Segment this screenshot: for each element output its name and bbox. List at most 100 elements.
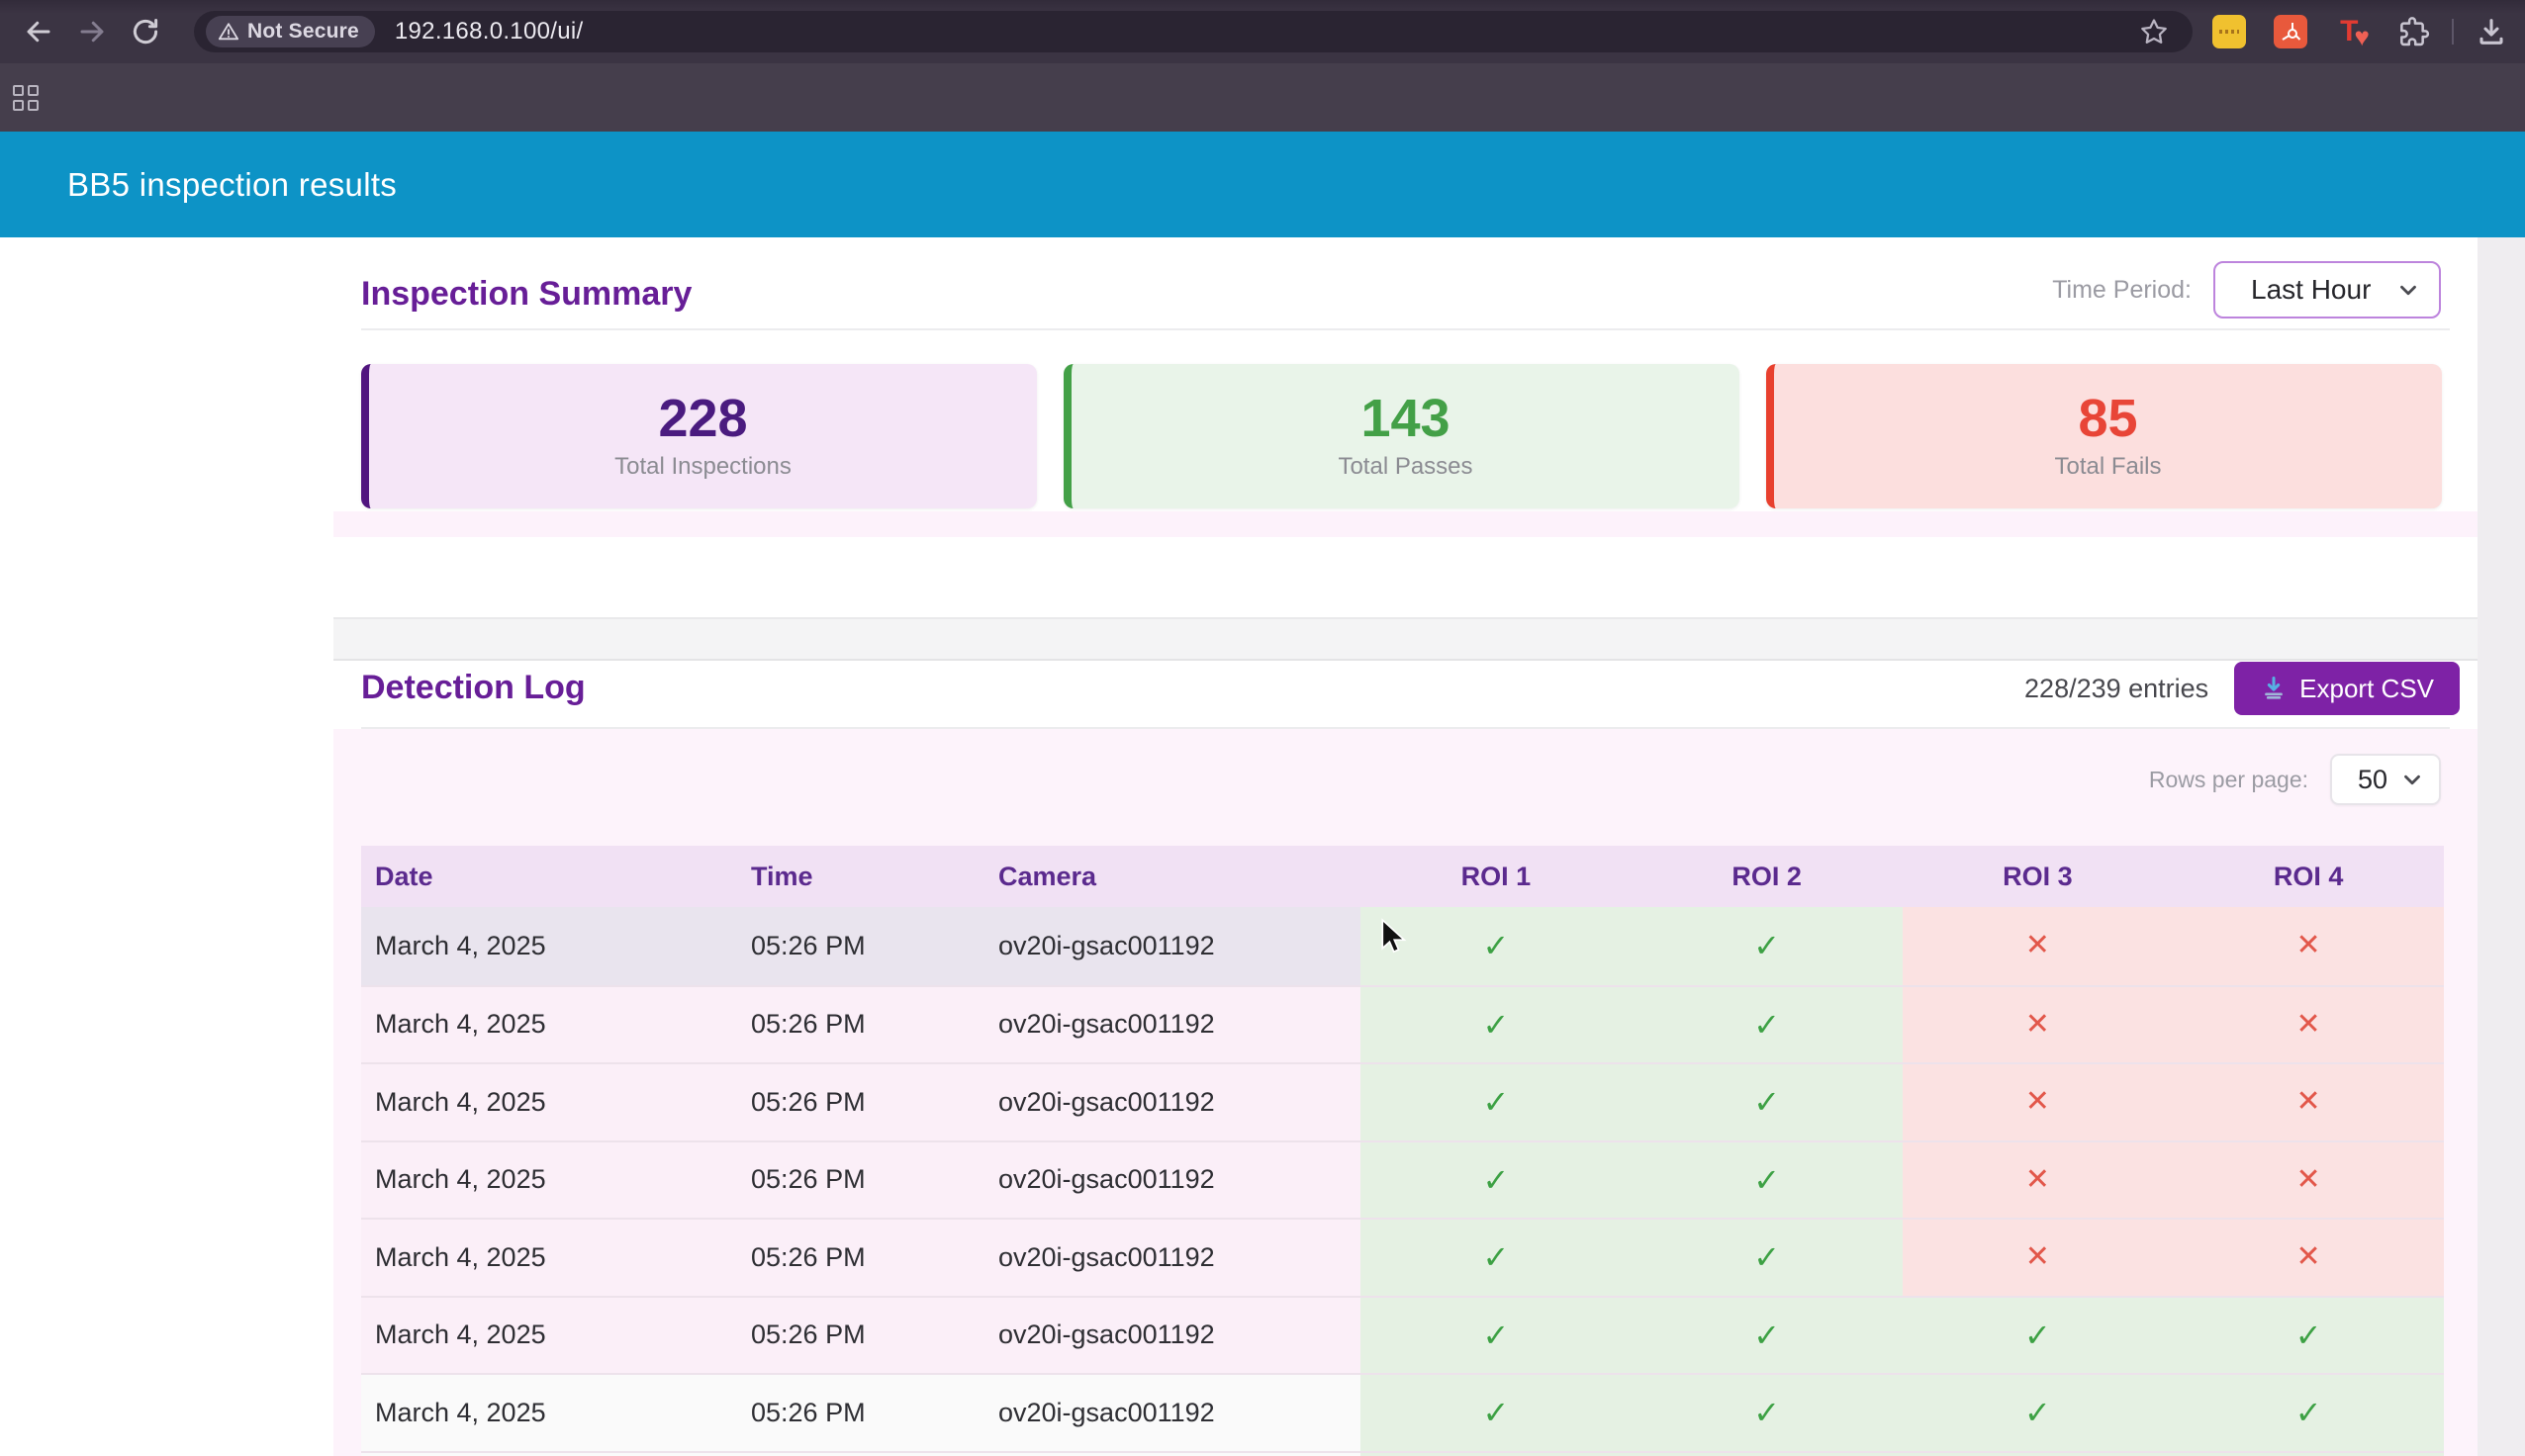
roi1-pass-cell: ✓ <box>1360 1064 1632 1140</box>
col-header-camera: Camera <box>984 846 1360 907</box>
camera-cell: ov20i-gsac001192 <box>984 1064 1360 1140</box>
date-cell: March 4, 2025 <box>361 1298 737 1374</box>
roi2-pass-cell: ✓ <box>1632 1375 1903 1451</box>
table-row[interactable]: March 4, 202505:26 PMov20i-gsac001192✓✓✕… <box>361 1062 2444 1140</box>
camera-cell: ov20i-gsac001192 <box>984 1453 1360 1456</box>
time-cell: 05:26 PM <box>737 987 984 1063</box>
back-icon[interactable] <box>24 17 53 46</box>
roi1-pass-cell: ✓ <box>1360 1375 1632 1451</box>
col-header-time: Time <box>737 846 984 907</box>
roi4-fail-cell: ✕ <box>2173 1064 2444 1140</box>
roi4-fail-cell: ✕ <box>2173 1142 2444 1219</box>
total-fails-label: Total Fails <box>2054 453 2161 481</box>
address-bar[interactable]: Not Secure 192.168.0.100/ui/ <box>194 11 2193 52</box>
roi3-fail-cell: ✕ <box>1903 1064 2174 1140</box>
camera-cell: ov20i-gsac001192 <box>984 1142 1360 1219</box>
camera-cell: ov20i-gsac001192 <box>984 1375 1360 1451</box>
chevron-down-icon <box>2399 767 2425 792</box>
check-icon: ✓ <box>1753 1320 1780 1351</box>
section-separator-band <box>333 617 2478 661</box>
time-period-select[interactable]: Last Hour <box>2213 261 2441 318</box>
cross-icon: ✕ <box>2025 931 2050 960</box>
cross-icon: ✕ <box>2296 931 2321 960</box>
time-cell: 05:26 PM <box>737 1298 984 1374</box>
date-cell: March 4, 2025 <box>361 907 737 985</box>
extension-orange-icon[interactable] <box>2274 15 2307 48</box>
extensions-area: T♥ <box>2212 0 2525 63</box>
time-cell: 05:26 PM <box>737 1142 984 1219</box>
roi2-pass-cell: ✓ <box>1632 907 1903 985</box>
detection-log-title: Detection Log <box>361 669 586 707</box>
roi2-pass-cell: ✓ <box>1632 1453 1903 1456</box>
col-header-roi2: ROI 2 <box>1632 846 1903 907</box>
page: Not Secure 192.168.0.100/ui/ T♥ <box>0 0 2525 1456</box>
time-cell: 05:26 PM <box>737 1453 984 1456</box>
date-cell: March 4, 2025 <box>361 987 737 1063</box>
roi1-pass-cell: ✓ <box>1360 1453 1632 1456</box>
camera-cell: ov20i-gsac001192 <box>984 1298 1360 1374</box>
right-margin <box>2478 237 2525 1456</box>
extensions-puzzle-icon[interactable] <box>2398 16 2430 47</box>
time-cell: 05:26 PM <box>737 1220 984 1296</box>
cross-icon: ✕ <box>2025 1242 2050 1272</box>
url-text[interactable]: 192.168.0.100/ui/ <box>395 18 584 46</box>
table-row[interactable]: March 4, 202505:26 PMov20i-gsac001192✓✓✕… <box>361 985 2444 1063</box>
app-banner: BB5 inspection results <box>0 132 2525 237</box>
table-row[interactable]: March 4, 202505:26 PMov20i-gsac001192✓✓✓… <box>361 1296 2444 1374</box>
camera-cell: ov20i-gsac001192 <box>984 907 1360 985</box>
cross-icon: ✕ <box>2296 1165 2321 1195</box>
cross-icon: ✕ <box>2025 1010 2050 1040</box>
check-icon: ✓ <box>2295 1397 2322 1428</box>
total-inspections-value: 228 <box>658 392 747 445</box>
export-csv-button[interactable]: Export CSV <box>2234 662 2460 715</box>
check-icon: ✓ <box>1753 1397 1780 1428</box>
detection-log-actions: 228/239 entries Export CSV <box>2024 661 2460 716</box>
roi1-pass-cell: ✓ <box>1360 1142 1632 1219</box>
roi2-pass-cell: ✓ <box>1632 1220 1903 1296</box>
roi2-pass-cell: ✓ <box>1632 1064 1903 1140</box>
table-header-row: Date Time Camera ROI 1 ROI 2 ROI 3 ROI 4 <box>361 846 2444 907</box>
cross-icon: ✕ <box>2025 1165 2050 1195</box>
date-cell: March 4, 2025 <box>361 1453 737 1456</box>
roi3-fail-cell: ✕ <box>1903 907 2174 985</box>
bookmark-star-icon[interactable] <box>2139 17 2169 46</box>
roi3-fail-cell: ✕ <box>1903 1220 2174 1296</box>
rows-per-page-select[interactable]: 50 <box>2330 754 2441 805</box>
time-period-label: Time Period: <box>2052 276 2192 305</box>
roi1-pass-cell: ✓ <box>1360 1298 1632 1374</box>
roi4-pass-cell: ✓ <box>2173 1298 2444 1374</box>
roi3-fail-cell: ✕ <box>1903 987 2174 1063</box>
check-icon: ✓ <box>1753 1164 1780 1196</box>
cross-icon: ✕ <box>2025 1087 2050 1117</box>
table-row[interactable]: March 4, 202505:26 PMov20i-gsac001192✓✓✕… <box>361 1218 2444 1296</box>
forward-icon[interactable] <box>77 17 107 46</box>
camera-cell: ov20i-gsac001192 <box>984 1220 1360 1296</box>
check-icon: ✓ <box>1753 1009 1780 1041</box>
extension-yellow-icon[interactable] <box>2212 15 2246 48</box>
reload-icon[interactable] <box>131 17 160 46</box>
cross-icon: ✕ <box>2296 1087 2321 1117</box>
check-icon: ✓ <box>1753 930 1780 961</box>
downloads-icon[interactable] <box>2476 16 2507 47</box>
download-icon <box>2260 675 2288 702</box>
total-fails-value: 85 <box>2078 392 2137 445</box>
export-csv-label: Export CSV <box>2299 674 2434 704</box>
table-row[interactable]: March 4, 202505:26 PMov20i-gsac001192✓✓✕… <box>361 1140 2444 1219</box>
time-cell: 05:26 PM <box>737 907 984 985</box>
extension-red-icon[interactable]: T♥ <box>2335 15 2375 48</box>
roi3-pass-cell: ✓ <box>1903 1375 2174 1451</box>
apps-grid-icon[interactable] <box>13 85 39 111</box>
cross-icon: ✕ <box>2296 1242 2321 1272</box>
check-icon: ✓ <box>1482 1397 1509 1428</box>
not-secure-badge[interactable]: Not Secure <box>206 16 375 47</box>
rows-per-page-control: Rows per page: 50 <box>2149 754 2441 805</box>
bookmarks-bar <box>0 63 2525 132</box>
table-row[interactable]: March 4, 202505:26 PMov20i-gsac001192✓✓✓… <box>361 1373 2444 1451</box>
roi3-pass-cell: ✓ <box>1903 1453 2174 1456</box>
table-row[interactable]: March 4, 202505:26 PMov20i-gsac001192✓✓✓… <box>361 1451 2444 1456</box>
roi1-pass-cell: ✓ <box>1360 987 1632 1063</box>
warning-triangle-icon <box>218 21 239 43</box>
toolbar-divider <box>2452 19 2454 45</box>
total-passes-card: 143 Total Passes <box>1064 364 1739 508</box>
roi3-fail-cell: ✕ <box>1903 1142 2174 1219</box>
